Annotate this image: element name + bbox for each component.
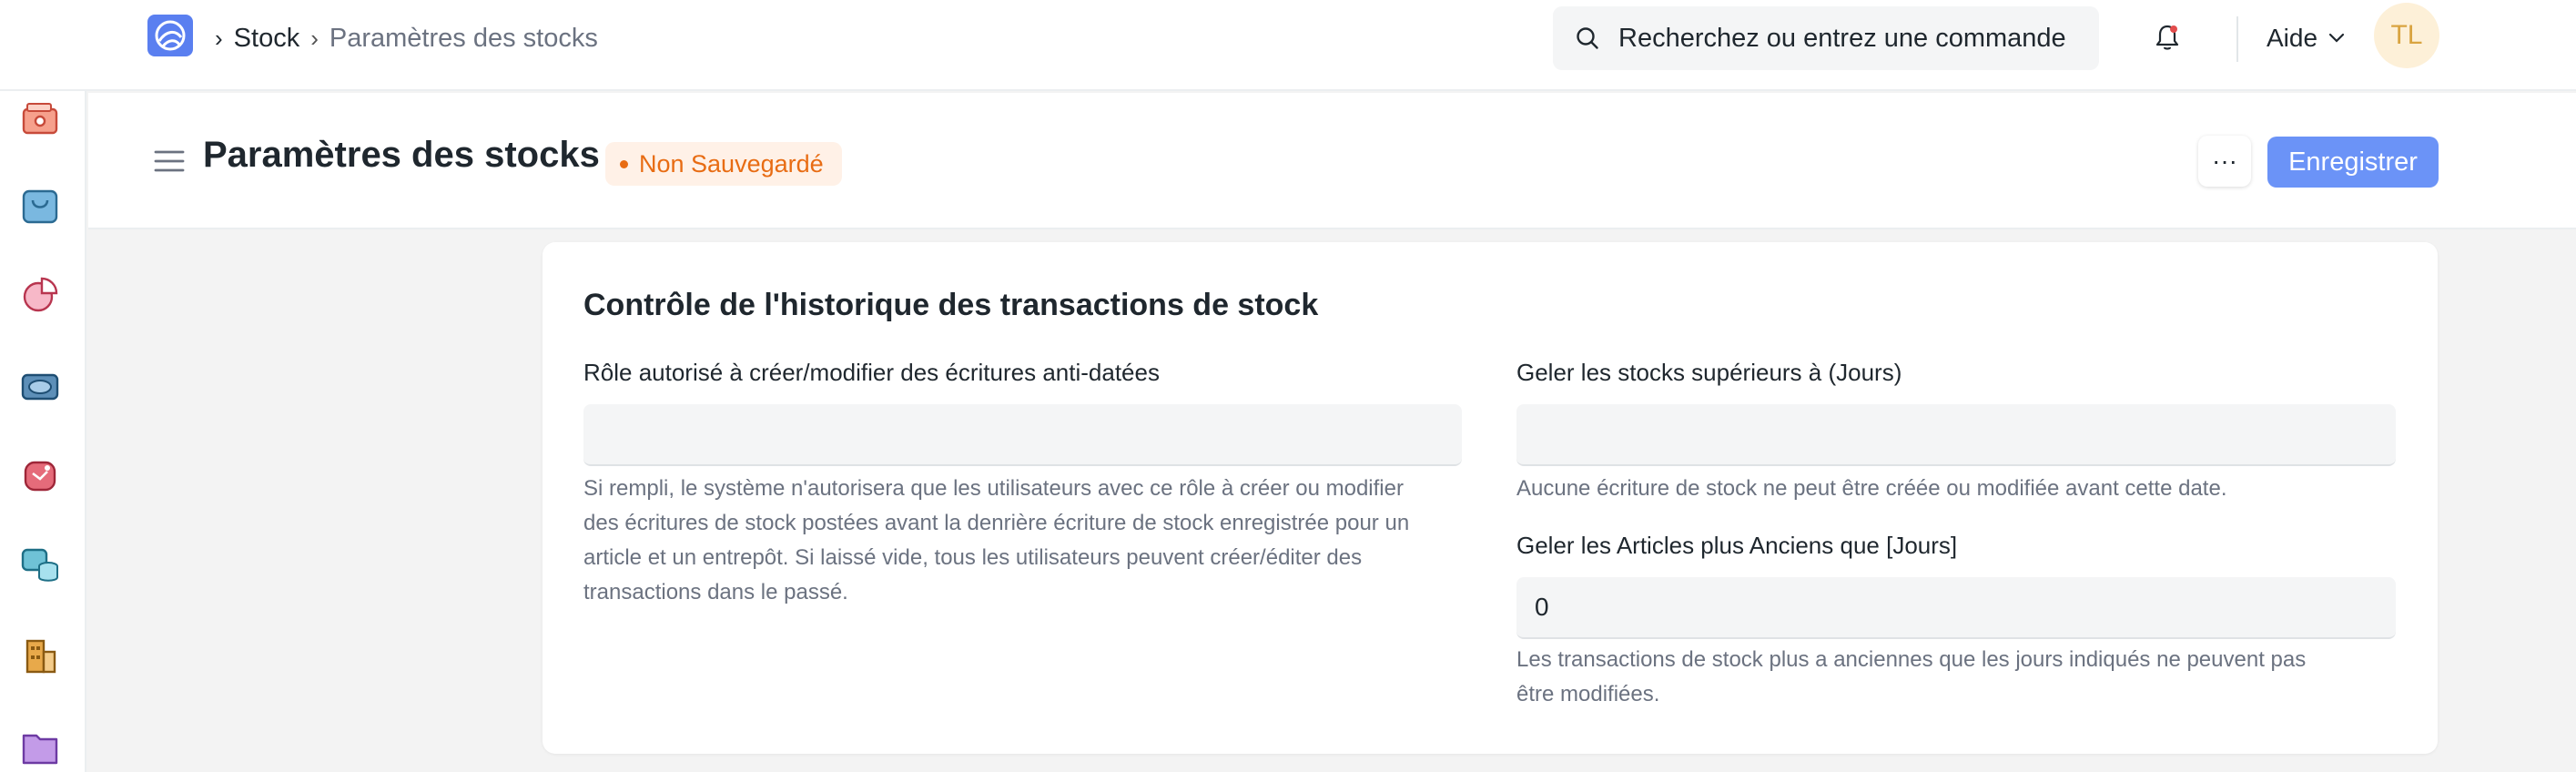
bell-icon — [2155, 25, 2179, 50]
freeze-stocks-description: Aucune écriture de stock ne peut être cr… — [1516, 476, 2227, 501]
support-icon[interactable] — [20, 455, 60, 495]
search-icon — [1577, 27, 1598, 49]
role-description-line: article et un entrepôt. Si laissé vide, … — [583, 545, 1363, 570]
status-dot-icon — [620, 159, 628, 168]
help-label: Aide — [2267, 24, 2318, 52]
page-title: Paramètres des stocks — [203, 135, 600, 175]
notifications-button[interactable] — [2152, 20, 2183, 55]
breadcrumb-separator: › — [310, 24, 319, 52]
app-logo[interactable] — [147, 15, 193, 56]
search-bar[interactable]: Recherchez ou entrez une commande — [1553, 6, 2099, 70]
money-icon[interactable] — [20, 366, 60, 406]
user-avatar[interactable]: TL — [2374, 3, 2439, 68]
freeze-stocks-label: Geler les stocks supérieurs à (Jours) — [1516, 359, 1902, 386]
freeze-stocks-input[interactable] — [1516, 404, 2396, 466]
breadcrumb: › Stock › Paramètres des stocks — [215, 20, 598, 56]
role-field-input[interactable] — [583, 404, 1462, 466]
shopping-bag-icon[interactable] — [20, 186, 60, 226]
role-field-description: Si rempli, le système n'autorisera que l… — [583, 472, 1476, 610]
breadcrumb-stock-link[interactable]: Stock — [234, 24, 300, 54]
navbar-divider — [2236, 16, 2238, 62]
settings-card: Contrôle de l'historique des transaction… — [543, 242, 2438, 754]
breadcrumb-current[interactable]: Paramètres des stocks — [330, 24, 598, 54]
database-chat-icon[interactable] — [20, 544, 60, 584]
freeze-items-description: Les transactions de stock plus a ancienn… — [1516, 643, 2409, 712]
hamburger-menu-icon[interactable] — [154, 149, 185, 173]
freeze-items-input[interactable]: 0 — [1516, 577, 2396, 639]
search-input[interactable]: Recherchez ou entrez une commande — [1618, 24, 2066, 54]
role-description-line: transactions dans le passé. — [583, 580, 848, 604]
buildings-icon[interactable] — [20, 635, 60, 676]
sidebar — [0, 91, 86, 772]
status-badge: Non Sauvegardé — [605, 142, 842, 186]
role-description-line: des écritures de stock postées avant la … — [583, 511, 1410, 535]
help-dropdown[interactable]: Aide — [2267, 20, 2345, 56]
freeze-items-description-line: Les transactions de stock plus a ancienn… — [1516, 647, 2307, 672]
wallet-icon[interactable] — [20, 98, 60, 138]
save-button[interactable]: Enregistrer — [2267, 137, 2439, 188]
role-description-line: Si rempli, le système n'autorisera que l… — [583, 476, 1404, 501]
status-label: Non Sauvegardé — [639, 149, 824, 178]
role-field-label: Rôle autorisé à créer/modifier des écrit… — [583, 359, 1160, 386]
page-header: Paramètres des stocks Non Sauvegardé ···… — [88, 93, 2576, 229]
pie-chart-icon[interactable] — [20, 275, 60, 315]
more-actions-button[interactable]: ··· — [2198, 136, 2251, 187]
chevron-down-icon — [2328, 33, 2345, 43]
section-title: Contrôle de l'historique des transaction… — [583, 288, 1319, 322]
folder-icon[interactable] — [20, 726, 60, 767]
freeze-items-label: Geler les Articles plus Anciens que [Jou… — [1516, 532, 1958, 559]
freeze-items-description-line: être modifiées. — [1516, 682, 1660, 706]
logo-icon — [155, 20, 186, 51]
breadcrumb-separator: › — [215, 24, 223, 52]
top-navbar: › Stock › Paramètres des stocks Recherch… — [0, 0, 2576, 91]
